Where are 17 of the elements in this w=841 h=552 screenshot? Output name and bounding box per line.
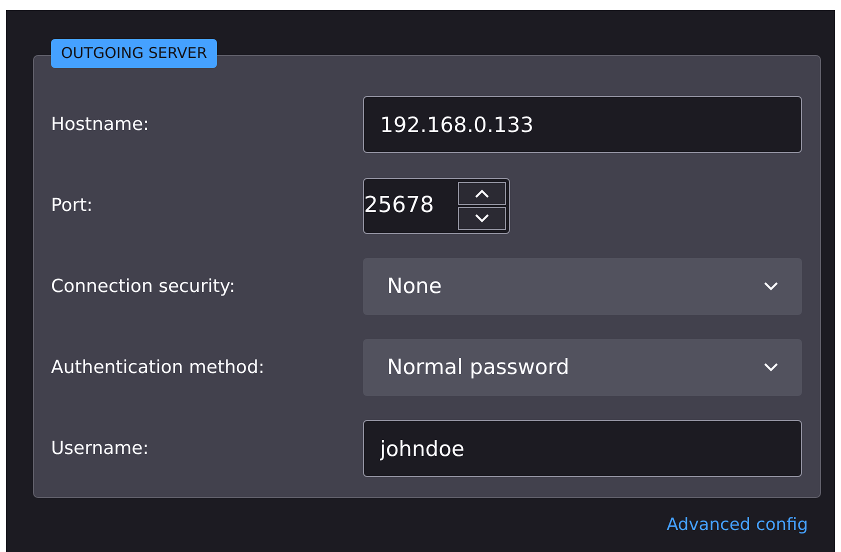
field-label: Username: <box>51 437 150 461</box>
field-label: Port: <box>51 194 94 218</box>
decrement-button[interactable] <box>458 206 506 230</box>
dropdown[interactable]: Normal password <box>363 339 802 396</box>
chevron-down-icon <box>764 363 778 372</box>
section-legend: OUTGOING SERVER <box>51 39 218 68</box>
chevron-down-icon <box>475 214 489 222</box>
chevron-down-icon <box>764 282 778 291</box>
increment-button[interactable] <box>458 182 506 204</box>
field-label: Authentication method: <box>51 356 266 380</box>
field-label: Hostname: <box>51 113 150 137</box>
input-field[interactable]: 192.168.0.133 <box>363 96 802 153</box>
dropdown[interactable]: None <box>363 258 802 315</box>
advanced-config-link[interactable]: Advanced config <box>666 513 808 538</box>
number-field[interactable]: 25678 <box>363 178 510 234</box>
chevron-up-icon <box>475 188 489 198</box>
field-label: Connection security: <box>51 275 236 299</box>
